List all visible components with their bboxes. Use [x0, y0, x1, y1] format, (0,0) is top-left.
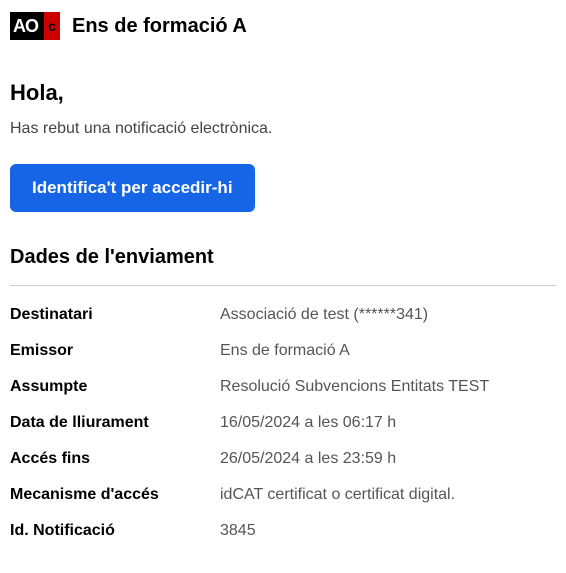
field-value: idCAT certificat o certificat digital.: [220, 486, 556, 504]
field-notification-id: Id. Notificació 3845: [10, 522, 556, 540]
field-value: 26/05/2024 a les 23:59 h: [220, 450, 556, 468]
field-access-mechanism: Mecanisme d'accés idCAT certificat o cer…: [10, 486, 556, 504]
field-label: Mecanisme d'accés: [10, 486, 220, 504]
logo-text: AO: [13, 16, 38, 37]
field-value: Ens de formació A: [220, 342, 556, 360]
field-value: 3845: [220, 522, 556, 540]
logo: AO c: [10, 12, 60, 40]
field-recipient: Destinatari Associació de test (******34…: [10, 306, 556, 324]
field-access-until: Accés fins 26/05/2024 a les 23:59 h: [10, 450, 556, 468]
field-label: Assumpte: [10, 378, 220, 396]
field-label: Data de lliurament: [10, 414, 220, 432]
field-label: Id. Notificació: [10, 522, 220, 540]
divider: [10, 285, 556, 286]
field-label: Destinatari: [10, 306, 220, 324]
field-delivery-date: Data de lliurament 16/05/2024 a les 06:1…: [10, 414, 556, 432]
field-subject: Assumpte Resolució Subvencions Entitats …: [10, 378, 556, 396]
logo-accent: c: [44, 12, 60, 40]
header: AO c Ens de formació A: [10, 12, 556, 40]
greeting: Hola,: [10, 80, 556, 106]
field-value: Resolució Subvencions Entitats TEST: [220, 378, 556, 396]
identify-button[interactable]: Identifica't per accedir-hi: [10, 164, 255, 212]
section-title: Dades de l'enviament: [10, 246, 556, 269]
field-value: Associació de test (******341): [220, 306, 556, 324]
page-title: Ens de formació A: [72, 15, 247, 38]
intro-text: Has rebut una notificació electrònica.: [10, 120, 556, 138]
field-value: 16/05/2024 a les 06:17 h: [220, 414, 556, 432]
field-issuer: Emissor Ens de formació A: [10, 342, 556, 360]
field-label: Accés fins: [10, 450, 220, 468]
field-label: Emissor: [10, 342, 220, 360]
